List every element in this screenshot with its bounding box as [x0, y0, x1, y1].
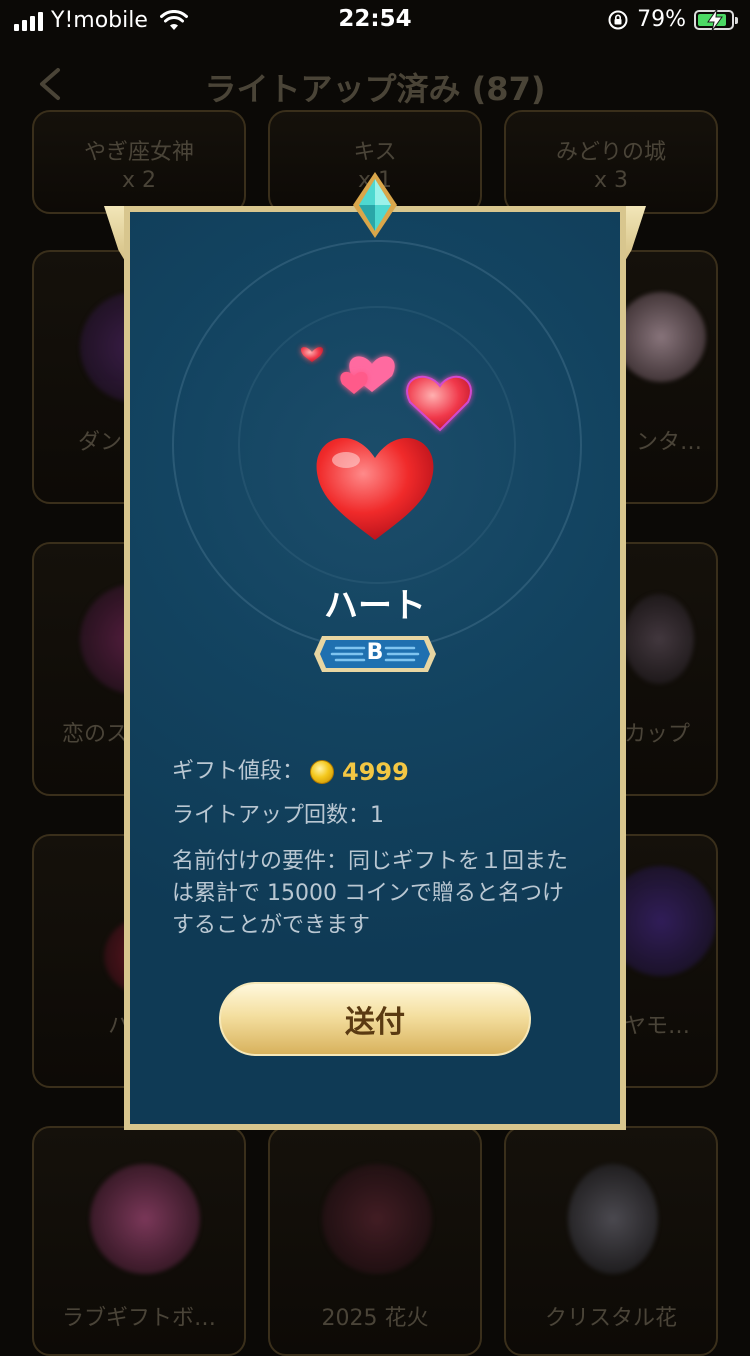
- grid-item-name: やぎ座女神: [83, 140, 194, 165]
- gift-thumbnail: [90, 1164, 200, 1274]
- grid-item-name: 2025 花火: [321, 1306, 429, 1331]
- gem-ornament-icon: [353, 172, 397, 238]
- grid-item-name: ラブギフトボ…: [61, 1306, 216, 1331]
- grid-item-name: みどりの城: [555, 140, 666, 165]
- battery-percent: 79%: [637, 7, 686, 32]
- price-label: ギフト値段：: [172, 759, 305, 784]
- grid-item-name: キス: [353, 140, 397, 165]
- grid-item[interactable]: やぎ座女神 x 2: [32, 110, 246, 214]
- grid-item-qty: x 2: [121, 168, 156, 193]
- grid-item[interactable]: クリスタル花: [504, 1126, 718, 1356]
- grid-item-qty: x 3: [593, 168, 628, 193]
- charging-bolt-icon: [707, 8, 723, 31]
- page-title: ライトアップ済み (87): [204, 70, 546, 108]
- grid-item-name: ンタ…: [635, 430, 702, 455]
- gift-name: ハート: [324, 586, 426, 626]
- gift-thumbnail: [322, 1164, 432, 1274]
- price-value: 4999: [342, 758, 409, 786]
- rank-badge: B: [312, 632, 438, 676]
- heart-gift-icon: [301, 347, 472, 540]
- gift-thumbnail: [568, 1164, 658, 1274]
- status-right: 79%: [607, 7, 738, 32]
- battery-icon: [694, 8, 738, 31]
- grid-item[interactable]: みどりの城 x 3: [504, 110, 718, 214]
- status-bar: Y!mobile 22:54 79%: [0, 0, 750, 40]
- coin-icon: [310, 760, 335, 784]
- grid-item[interactable]: 2025 花火: [268, 1126, 482, 1356]
- send-button[interactable]: 送付: [219, 982, 531, 1056]
- gift-thumbnail: [624, 594, 694, 684]
- rotation-lock-icon: [608, 10, 628, 29]
- grid-item-name: クリスタル花: [544, 1306, 677, 1331]
- lightup-count: ライトアップ回数：1: [172, 803, 384, 828]
- grid-item-name: ヤモ…: [623, 1014, 690, 1039]
- grid-item-name: カップ: [623, 722, 690, 747]
- gift-thumbnail: [616, 292, 706, 382]
- grid-item[interactable]: ラブギフトボ…: [32, 1126, 246, 1356]
- rank-letter: B: [366, 640, 384, 665]
- naming-requirement: 名前付けの要件：同じギフトを１回または累計で 15000 コインで贈ると名つけす…: [172, 849, 569, 938]
- price-row: ギフト値段： 4999: [172, 756, 582, 788]
